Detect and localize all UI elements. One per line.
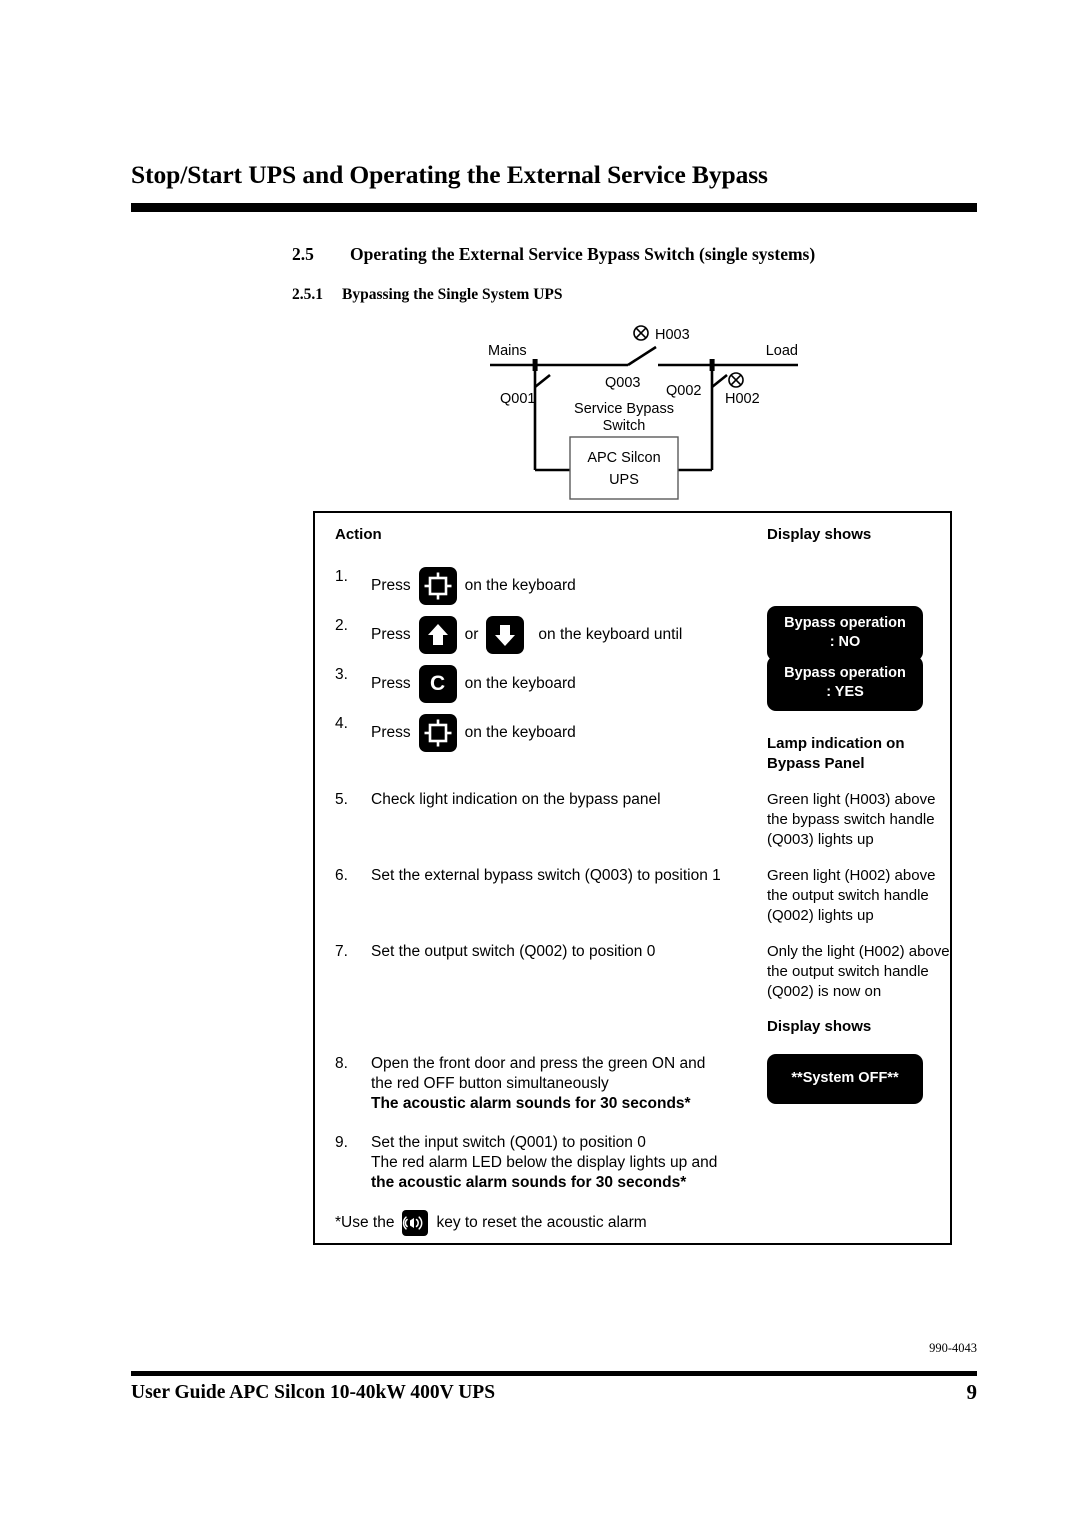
page-title: Stop/Start UPS and Operating the Externa… — [131, 160, 768, 189]
step-press-label: Press — [371, 626, 411, 643]
lamp-indication-header-line2: Bypass Panel — [767, 755, 865, 772]
step-press-label: Press — [371, 675, 411, 692]
lcd-system-off: **System OFF** — [767, 1054, 923, 1104]
header-rule — [131, 203, 977, 212]
step-conjunction: or — [464, 626, 479, 643]
step-text-line1: Open the front door and press the green … — [371, 1055, 706, 1072]
step-row-1: 1. Press on the keyboard — [335, 567, 775, 605]
diagram-label-q001: Q001 — [500, 391, 535, 407]
step-press-label: Press — [371, 724, 411, 741]
step-text-line1: Set the input switch (Q001) to position … — [371, 1134, 646, 1151]
lcd-line-1: Bypass operation — [784, 615, 906, 631]
column-header-display-shows: Display shows — [767, 526, 872, 543]
diagram-label-service-bypass-1: Service Bypass — [574, 401, 674, 417]
column-header-display-shows-2: Display shows — [767, 1018, 872, 1035]
step-tail-text: on the keyboard — [464, 577, 576, 594]
step-tail-text: on the keyboard — [464, 724, 576, 741]
document-code: 990-4043 — [929, 1341, 977, 1355]
subsection-number: 2.5.1 — [292, 286, 323, 303]
subsection-title: Bypassing the Single System UPS — [342, 286, 563, 303]
diagram-label-h003: H003 — [655, 327, 690, 343]
lcd-line-1: Bypass operation — [784, 665, 906, 681]
lcd-line-2: : NO — [829, 634, 861, 650]
step-row-3: 3. Press C on the keyboard — [335, 665, 775, 703]
lamp-indication-header-line1: Lamp indication on — [767, 735, 905, 752]
lcd-line-2: : YES — [826, 684, 864, 700]
letter-c-key-label: C — [430, 672, 446, 695]
section-title: Operating the External Service Bypass Sw… — [350, 244, 816, 264]
subsection-heading: 2.5.1 Bypassing the Single System UPS — [292, 286, 562, 304]
step-tail-text: on the keyboard — [464, 675, 576, 692]
diagram-label-service-bypass-2: Switch — [603, 418, 646, 434]
diagram-label-load: Load — [766, 343, 798, 359]
diagram-label-q003: Q003 — [605, 375, 640, 391]
footer-rule — [131, 1371, 977, 1376]
step-number: 2. — [335, 617, 348, 634]
display-note-step-6: Green light (H002) above the output swit… — [767, 867, 936, 924]
diagram-label-h002: H002 — [725, 391, 760, 407]
step-number: 8. — [335, 1055, 348, 1072]
footnote-suffix: key to reset the acoustic alarm — [436, 1214, 647, 1231]
lcd-bypass-operation-yes: Bypass operation : YES — [767, 656, 923, 711]
step-row-2: 2. Press or on the keyboard until — [335, 616, 775, 654]
step-number: 6. — [335, 867, 348, 884]
frame-key-icon[interactable] — [418, 714, 457, 752]
step-tail-text: on the keyboard until — [538, 626, 683, 643]
footer-guide-title: User Guide APC Silcon 10-40kW 400V UPS — [131, 1382, 496, 1403]
step-text: Set the output switch (Q002) to position… — [371, 943, 656, 960]
footer-page-number: 9 — [966, 1380, 978, 1404]
step-row-8: 8. Open the front door and press the gre… — [335, 1054, 775, 1114]
diagram-label-ups-2: UPS — [609, 472, 639, 488]
alarm-silence-key-icon[interactable] — [402, 1210, 429, 1236]
footnote-prefix: *Use the — [335, 1214, 395, 1231]
procedure-table: Action Display shows 1. Press on the key… — [313, 511, 952, 1245]
display-note-step-7: Only the light (H002) above the output s… — [767, 943, 950, 1000]
step-row-9: 9. Set the input switch (Q001) to positi… — [335, 1133, 775, 1193]
lcd-bypass-operation-no: Bypass operation : NO — [767, 606, 923, 661]
section-heading: 2.5 Operating the External Service Bypass… — [292, 244, 815, 265]
section-number: 2.5 — [292, 244, 314, 264]
display-note-step-5: Green light (H003) above the bypass swit… — [767, 791, 936, 848]
step-number: 9. — [335, 1134, 348, 1151]
diagram-label-mains: Mains — [488, 343, 527, 359]
step-number: 5. — [335, 791, 348, 808]
lcd-line-1: **System OFF** — [791, 1070, 899, 1086]
step-text-line2: The red alarm LED below the display ligh… — [371, 1154, 718, 1171]
step-row-5: 5. Check light indication on the bypass … — [335, 790, 775, 810]
letter-c-key-icon[interactable]: C — [418, 665, 457, 703]
step-number: 1. — [335, 568, 348, 585]
step-row-7: 7. Set the output switch (Q002) to posit… — [335, 942, 775, 962]
step-text-line3-emphasis: the acoustic alarm sounds for 30 seconds… — [371, 1174, 687, 1191]
step-number: 3. — [335, 666, 348, 683]
step-press-label: Press — [371, 577, 411, 594]
step-text-line2: the red OFF button simultaneously — [371, 1075, 609, 1092]
diagram-label-ups-1: APC Silcon — [587, 450, 660, 466]
lamp-indication-header: Lamp indication on Bypass Panel — [767, 734, 957, 774]
step-number: 7. — [335, 943, 348, 960]
step-text: Set the external bypass switch (Q003) to… — [371, 867, 721, 884]
step-number: 4. — [335, 715, 348, 732]
step-row-4: 4. Press on the keyboard — [335, 714, 775, 752]
step-text-line3-emphasis: The acoustic alarm sounds for 30 seconds… — [371, 1095, 691, 1112]
frame-key-icon[interactable] — [418, 567, 457, 605]
arrow-up-key-icon[interactable] — [418, 616, 457, 654]
arrow-down-key-icon[interactable] — [486, 616, 525, 654]
table-footnote: *Use the key to reset the acoustic alarm — [335, 1210, 775, 1236]
step-text: Check light indication on the bypass pan… — [371, 791, 661, 808]
column-header-action: Action — [335, 526, 382, 543]
diagram-label-q002: Q002 — [666, 383, 701, 399]
circuit-diagram: Mains Load H003 H002 Q001 Q002 Q003 Serv… — [480, 325, 810, 515]
step-row-6: 6. Set the external bypass switch (Q003)… — [335, 866, 775, 886]
